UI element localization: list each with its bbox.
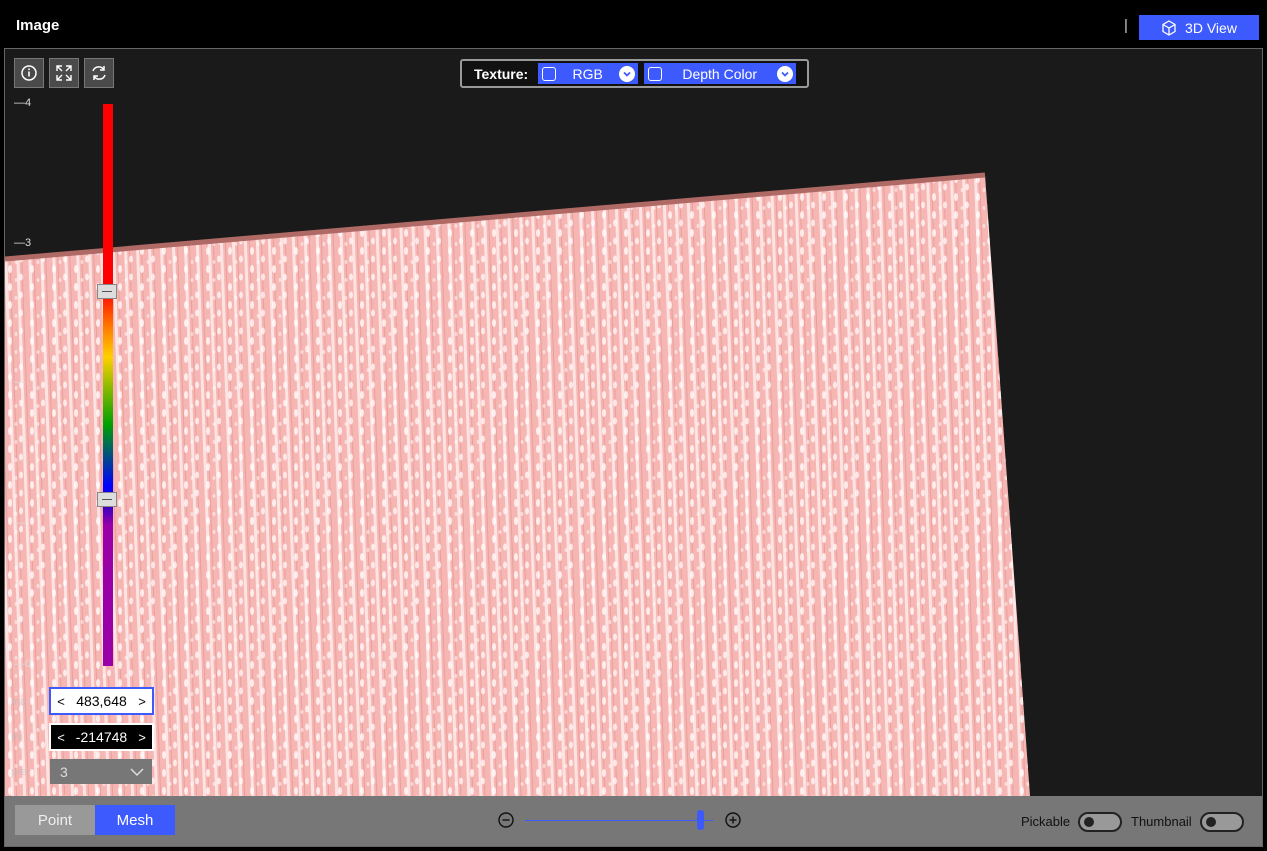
scale-upper-handle[interactable] (97, 284, 117, 299)
depth-color-checkbox[interactable] (648, 66, 663, 81)
pickable-toggle[interactable] (1078, 812, 1122, 832)
scale-tick-label: —3 (14, 237, 32, 249)
expand-icon (56, 65, 72, 81)
depth-color-option-label: Depth Color (682, 65, 758, 82)
thumbnail-toggle[interactable] (1200, 812, 1244, 832)
texture-label: Texture: (474, 65, 529, 82)
mesh-surface[interactable] (5, 49, 1263, 796)
texture-rgb-select[interactable]: RGB (538, 63, 639, 84)
zoom-in-icon[interactable] (725, 812, 741, 828)
scale-tick-label: —0 (14, 658, 32, 670)
reset-view-button[interactable] (84, 58, 114, 88)
texture-selector: Texture: RGB Depth Color (460, 59, 809, 88)
cube-icon (1162, 19, 1176, 36)
max-tag: ma (11, 696, 27, 708)
min-value-stepper[interactable]: < -214748 > (49, 723, 154, 751)
bottom-toolbar: Point Mesh Pickable Thumbnail (5, 796, 1262, 846)
precision-value: 3 (60, 763, 68, 780)
zoom-slider-thumb[interactable] (697, 810, 704, 830)
scale-lower-handle[interactable] (97, 492, 117, 507)
3d-view-button[interactable]: 3D View (1139, 15, 1259, 40)
app-title: Image (16, 17, 60, 34)
rgb-checkbox[interactable] (542, 66, 557, 81)
chevron-down-icon[interactable] (619, 65, 636, 82)
zoom-out-icon[interactable] (498, 812, 514, 828)
chevron-down-icon (130, 767, 144, 776)
3d-view-label: 3D View (1185, 19, 1237, 36)
image-viewer: Texture: RGB Depth Color —4 —3 — — —0 ma… (4, 48, 1263, 847)
info-button[interactable] (14, 58, 44, 88)
top-bar: Image | 3D View (0, 0, 1267, 48)
scale-tick-mark: — (14, 517, 25, 529)
chevron-left-icon[interactable]: < (51, 730, 71, 745)
3d-viewport[interactable]: Texture: RGB Depth Color —4 —3 — — —0 ma… (5, 49, 1263, 796)
pickable-label: Pickable (1021, 814, 1071, 829)
max-value-stepper[interactable]: < 483,648 > (49, 687, 154, 715)
precision-tag: pre (11, 766, 27, 778)
info-icon (21, 65, 37, 81)
thumbnail-label: Thumbnail (1131, 814, 1192, 829)
depth-color-scale (103, 104, 113, 666)
chevron-right-icon[interactable]: > (132, 730, 152, 745)
header-separator: | (1124, 17, 1128, 34)
fullscreen-button[interactable] (49, 58, 79, 88)
min-tag: mi (11, 731, 23, 743)
max-value[interactable]: 483,648 (71, 693, 132, 709)
min-value[interactable]: -214748 (71, 729, 132, 745)
precision-select[interactable]: 3 (50, 759, 152, 784)
rgb-option-label: RGB (572, 65, 603, 82)
refresh-icon (92, 66, 106, 80)
mesh-mode-button[interactable]: Mesh (95, 805, 175, 835)
zoom-slider-track[interactable] (525, 820, 713, 821)
chevron-down-icon[interactable] (777, 65, 794, 82)
scale-tick-label: —4 (14, 97, 32, 109)
point-mode-button[interactable]: Point (15, 805, 95, 835)
chevron-left-icon[interactable]: < (51, 694, 71, 709)
chevron-right-icon[interactable]: > (132, 694, 152, 709)
scale-tick-mark: — (14, 376, 25, 388)
texture-depth-select[interactable]: Depth Color (644, 63, 797, 84)
